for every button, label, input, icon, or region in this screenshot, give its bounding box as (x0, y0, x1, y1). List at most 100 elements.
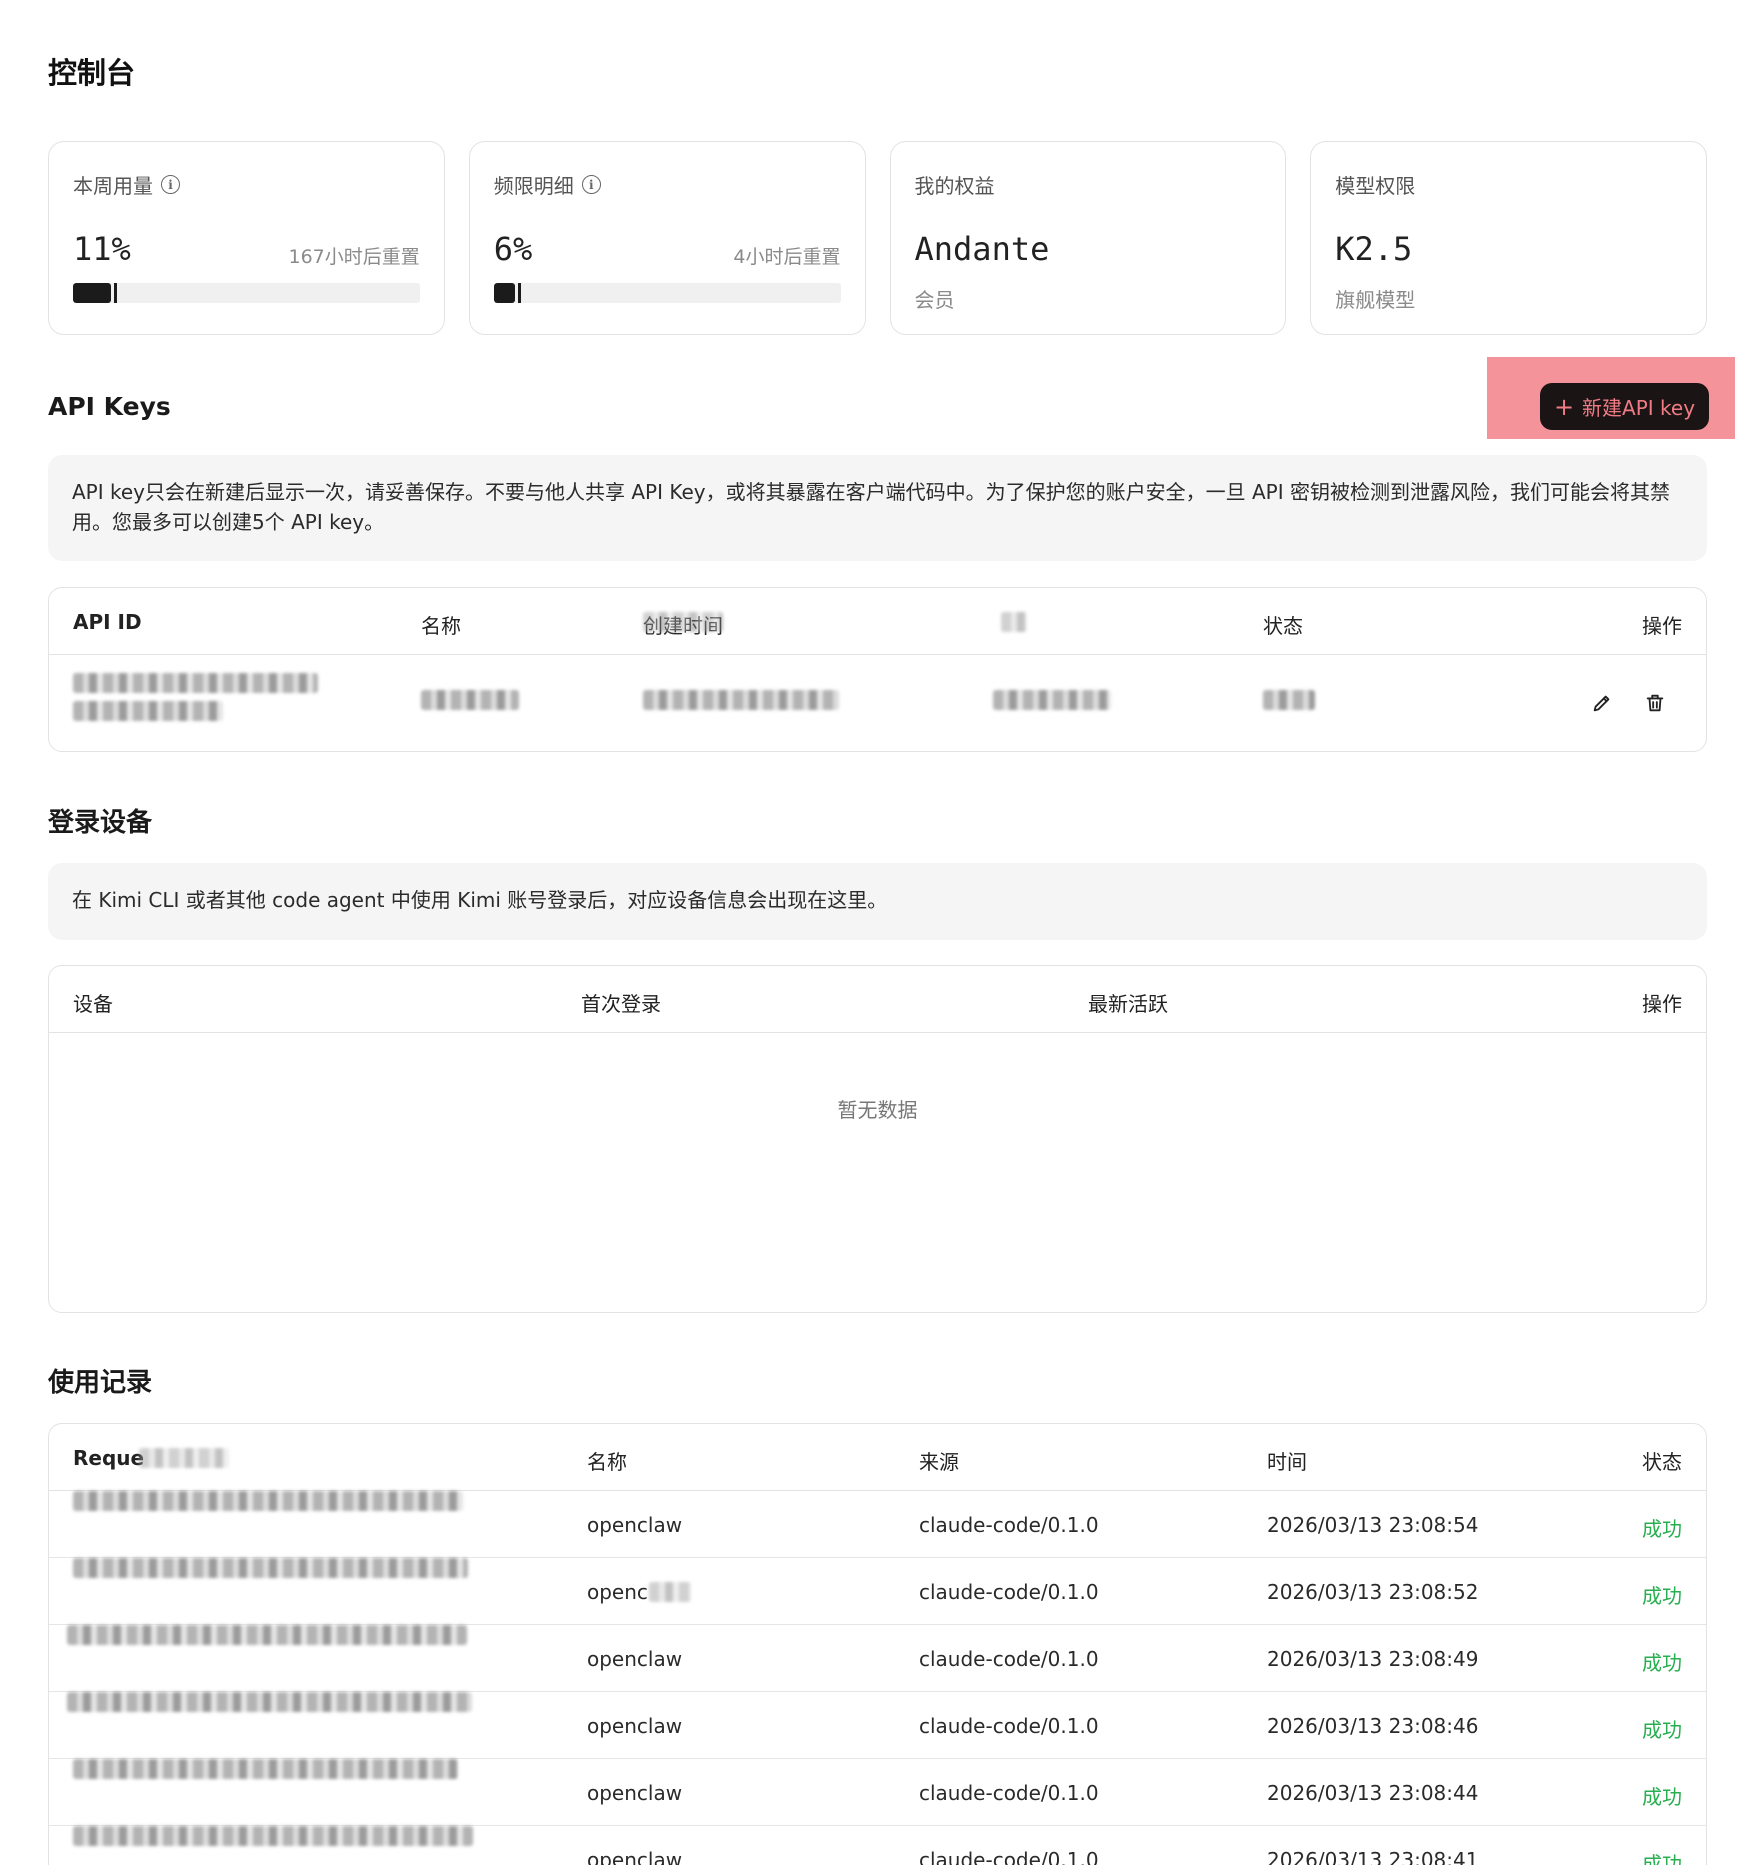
empty-state: 暂无数据 (837, 1098, 918, 1122)
redacted-header (139, 1448, 229, 1468)
model-value: K2.5 (1335, 230, 1413, 268)
table-header: Reque 名称 来源 时间 状态 (49, 1424, 1706, 1491)
row-time: 2026/03/13 23:08:52 (1267, 1580, 1479, 1604)
redacted-request-id (67, 1625, 467, 1645)
benefit-sub: 会员 (914, 288, 955, 312)
trash-icon[interactable] (1640, 688, 1670, 718)
devices-table: 设备 首次登录 最新活跃 操作 暂无数据 (48, 965, 1707, 1313)
rate-limit-title: 频限明细 (493, 174, 574, 198)
row-name: openclaw (587, 1781, 683, 1805)
table-header: API ID 名称 创建时间 状态 操作 (49, 588, 1706, 655)
col-source: 来源 (919, 1450, 959, 1474)
benefit-value: Andante (914, 230, 1050, 268)
api-keys-table: API ID 名称 创建时间 状态 操作 (48, 587, 1707, 752)
table-row: openc claude-code/0.1.0 2026/03/13 23:08… (49, 1558, 1706, 1625)
row-status: 成功 (1642, 1584, 1682, 1608)
plus-icon: + (1553, 392, 1575, 421)
redacted-header (643, 612, 723, 632)
row-name: openclaw (587, 1714, 683, 1738)
table-row: openclaw claude-code/0.1.0 2026/03/13 23… (49, 1826, 1706, 1865)
row-time: 2026/03/13 23:08:41 (1267, 1848, 1479, 1865)
row-name: openclaw (587, 1513, 683, 1537)
col-request-id: Reque (73, 1446, 145, 1470)
weekly-usage-title: 本周用量 (73, 174, 153, 198)
row-time: 2026/03/13 23:08:49 (1267, 1647, 1479, 1671)
table-row (49, 655, 1706, 751)
row-status: 成功 (1642, 1718, 1682, 1742)
row-source: claude-code/0.1.0 (919, 1714, 1099, 1738)
redacted-name (421, 690, 519, 710)
page-title: 控制台 (48, 56, 136, 90)
redacted-request-id (73, 1558, 468, 1578)
rate-limit-progress-fill (493, 283, 521, 303)
redacted-request-id (73, 1826, 473, 1846)
rate-reset-text: 4小时后重置 (733, 246, 841, 268)
row-name: openclaw (587, 1647, 683, 1671)
row-time: 2026/03/13 23:08:44 (1267, 1781, 1479, 1805)
col-name: 名称 (421, 614, 461, 638)
row-name: openclaw (587, 1848, 683, 1865)
weekly-usage-progress (73, 283, 420, 303)
row-source: claude-code/0.1.0 (919, 1580, 1099, 1604)
row-status: 成功 (1642, 1651, 1682, 1675)
row-name: openc (587, 1580, 648, 1604)
col-time: 时间 (1267, 1450, 1307, 1474)
row-status: 成功 (1642, 1852, 1682, 1865)
col-api-id: API ID (73, 610, 142, 634)
row-source: claude-code/0.1.0 (919, 1781, 1099, 1805)
row-status: 成功 (1642, 1517, 1682, 1541)
weekly-reset-text: 167小时后重置 (288, 246, 420, 268)
model-card: 模型权限 K2.5 旗舰模型 (1310, 141, 1707, 335)
redacted-value (993, 690, 1111, 710)
row-source: claude-code/0.1.0 (919, 1848, 1099, 1865)
col-status: 状态 (1263, 614, 1303, 638)
model-sub: 旗舰模型 (1335, 288, 1416, 312)
weekly-usage-value: 11% (73, 230, 131, 268)
col-device: 设备 (73, 992, 113, 1016)
table-header: 设备 首次登录 最新活跃 操作 (49, 966, 1706, 1033)
api-key-notice: API key只会在新建后显示一次，请妥善保存。不要与他人共享 API Key，… (48, 455, 1707, 561)
new-api-key-button[interactable]: + 新建API key (1540, 383, 1709, 430)
benefit-card: 我的权益 Andante 会员 (889, 141, 1287, 335)
col-status: 状态 (1642, 1450, 1682, 1474)
edit-icon[interactable] (1587, 688, 1617, 718)
console-page: 控制台 本周用量 i 11% 167小时后重置 频限明细 i 6% 4小时后重置 (0, 0, 1755, 1865)
row-time: 2026/03/13 23:08:46 (1267, 1714, 1479, 1738)
redacted-api-id (73, 673, 318, 693)
col-last-active: 最新活跃 (1088, 992, 1168, 1016)
redacted-name (649, 1582, 691, 1602)
model-title: 模型权限 (1335, 174, 1416, 198)
redacted-request-id (73, 1491, 463, 1511)
redacted-api-id (73, 701, 223, 721)
stat-cards: 本周用量 i 11% 167小时后重置 频限明细 i 6% 4小时后重置 我的权… (48, 141, 1707, 335)
table-row: openclaw claude-code/0.1.0 2026/03/13 23… (49, 1692, 1706, 1759)
devices-notice: 在 Kimi CLI 或者其他 code agent 中使用 Kimi 账号登录… (48, 863, 1707, 940)
redacted-status (1263, 690, 1315, 710)
info-icon[interactable]: i (581, 175, 601, 194)
weekly-usage-card: 本周用量 i 11% 167小时后重置 (48, 141, 445, 335)
col-actions: 操作 (1642, 614, 1682, 638)
redacted-request-id (67, 1692, 472, 1712)
weekly-usage-progress-fill (73, 283, 118, 303)
table-row: openclaw claude-code/0.1.0 2026/03/13 23… (49, 1625, 1706, 1692)
new-key-highlight: + 新建API key (1487, 357, 1735, 439)
redacted-header (1001, 612, 1027, 632)
col-name: 名称 (587, 1450, 627, 1474)
new-api-key-label: 新建API key (1582, 396, 1696, 420)
row-source: claude-code/0.1.0 (919, 1647, 1099, 1671)
devices-title: 登录设备 (48, 808, 153, 838)
usage-table: Reque 名称 来源 时间 状态 openclaw claude-code/0… (48, 1423, 1707, 1865)
api-keys-title: API Keys (48, 392, 171, 421)
row-status: 成功 (1642, 1785, 1682, 1809)
table-row: openclaw claude-code/0.1.0 2026/03/13 23… (49, 1491, 1706, 1558)
info-icon[interactable]: i (161, 175, 180, 194)
col-actions: 操作 (1642, 992, 1682, 1016)
rate-limit-card: 频限明细 i 6% 4小时后重置 (468, 141, 866, 335)
row-source: claude-code/0.1.0 (919, 1513, 1099, 1537)
benefit-title: 我的权益 (914, 174, 995, 198)
usage-title: 使用记录 (48, 1368, 153, 1398)
row-time: 2026/03/13 23:08:54 (1267, 1513, 1479, 1537)
rate-limit-value: 6% (493, 230, 533, 268)
redacted-request-id (73, 1759, 458, 1779)
table-row: openclaw claude-code/0.1.0 2026/03/13 23… (49, 1759, 1706, 1826)
